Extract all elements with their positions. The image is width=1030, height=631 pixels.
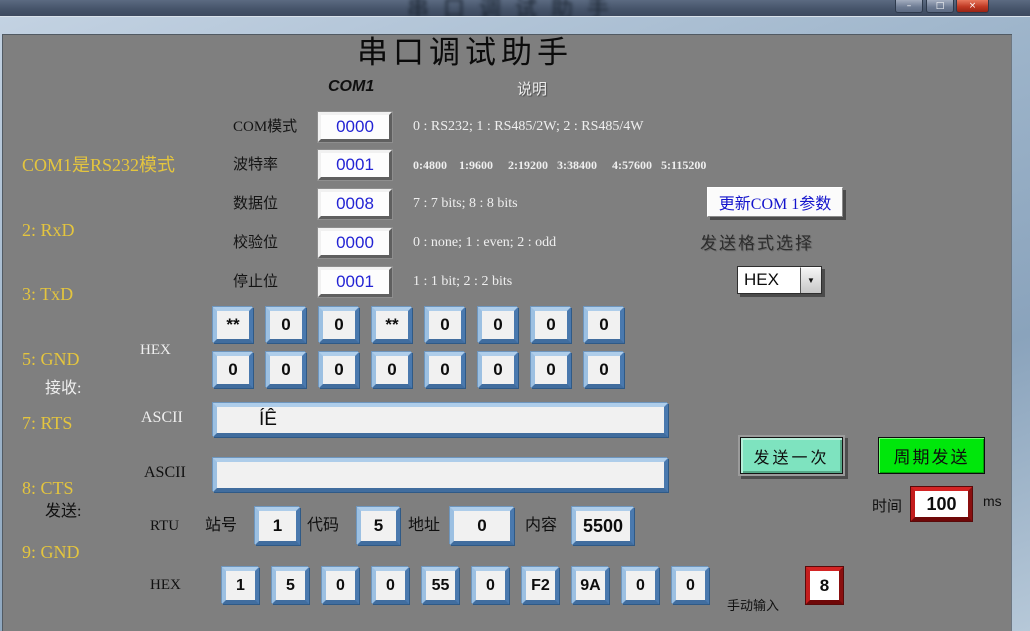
receive-hex-row2: 0 0 0 0 0 0 0 0 <box>213 352 624 388</box>
send-ascii-label: ASCII <box>144 464 186 482</box>
manual-count-field[interactable]: 8 <box>806 567 843 604</box>
com-mode-hint: 0 : RS232; 1 : RS485/2W; 2 : RS485/4W <box>413 112 644 142</box>
send-section-label: 发送: <box>45 497 81 521</box>
rtu-content-label: 内容 <box>525 507 557 545</box>
send-hex-cell[interactable]: 0 <box>622 567 659 604</box>
send-hex-label: HEX <box>150 567 181 604</box>
close-icon: × <box>969 2 977 11</box>
send-hex-cell[interactable]: 9A <box>572 567 609 604</box>
receive-hex-cell: 0 <box>425 352 465 388</box>
data-bits-field[interactable]: 0008 <box>318 189 392 219</box>
stop-bits-label: 停止位 <box>233 267 278 297</box>
com-mode-row: COM模式 0000 0 : RS232; 1 : RS485/2W; 2 : … <box>233 112 873 142</box>
send-ascii-field[interactable] <box>213 458 668 492</box>
pinout-pin: 2: RxD <box>22 220 175 242</box>
receive-hex-cell: 0 <box>266 307 306 343</box>
close-button[interactable]: × <box>956 0 989 13</box>
receive-hex-cell: 0 <box>478 307 518 343</box>
stop-bits-field[interactable]: 0001 <box>318 267 392 297</box>
receive-hex-cell: 0 <box>531 307 571 343</box>
pinout-pin: 3: TxD <box>22 284 175 306</box>
update-com-params-button[interactable]: 更新COM 1参数 <box>707 187 843 217</box>
rtu-content-field[interactable]: 5500 <box>572 507 634 545</box>
baud-rate-label: 波特率 <box>233 150 278 180</box>
receive-hex-cell: 0 <box>478 352 518 388</box>
com-mode-label: COM模式 <box>233 112 297 142</box>
send-hex-cell[interactable]: 0 <box>672 567 709 604</box>
receive-hex-cell: 0 <box>372 352 412 388</box>
data-bits-label: 数据位 <box>233 189 278 219</box>
rtu-label: RTU <box>150 507 179 545</box>
port-label: COM1 <box>328 78 374 96</box>
rtu-address-field[interactable]: 0 <box>450 507 514 545</box>
send-hex-cell[interactable]: 0 <box>322 567 359 604</box>
rtu-code-field[interactable]: 5 <box>357 507 400 545</box>
parity-label: 校验位 <box>233 228 278 258</box>
receive-hex-cell: 0 <box>319 352 359 388</box>
receive-ascii-field: ÍÊ <box>213 403 668 437</box>
receive-hex-label: HEX <box>140 342 171 359</box>
rtu-code-label: 代码 <box>307 507 339 545</box>
send-format-selected: HEX <box>738 267 800 293</box>
send-hex-row: 1 5 0 0 55 0 F2 9A 0 0 <box>222 567 709 604</box>
titlebar: 串口调试助手 <box>0 0 1030 16</box>
data-bits-hint: 7 : 7 bits; 8 : 8 bits <box>413 189 518 219</box>
receive-hex-row1: ** 0 0 ** 0 0 0 0 <box>213 307 624 343</box>
receive-hex-cell: 0 <box>319 307 359 343</box>
time-unit-label: ms <box>983 493 1002 509</box>
parity-field[interactable]: 0000 <box>318 228 392 258</box>
send-format-label: 发送格式选择 <box>700 229 814 254</box>
send-format-dropdown[interactable]: HEX ▼ <box>737 266 822 294</box>
receive-hex-cell: 0 <box>584 307 624 343</box>
minimize-button[interactable]: – <box>895 0 923 13</box>
pinout-pin: 9: GND <box>22 542 175 564</box>
receive-hex-cell: ** <box>372 307 412 343</box>
receive-hex-cell: 0 <box>584 352 624 388</box>
chevron-down-icon: ▼ <box>807 276 815 285</box>
receive-hex-cell: ** <box>213 307 253 343</box>
receive-hex-cell: 0 <box>531 352 571 388</box>
maximize-icon: □ <box>936 2 945 11</box>
send-hex-cell[interactable]: 5 <box>272 567 309 604</box>
send-hex-cell[interactable]: 0 <box>372 567 409 604</box>
baud-rate-field[interactable]: 0001 <box>318 150 392 180</box>
parity-hint: 0 : none; 1 : even; 2 : odd <box>413 228 556 258</box>
rtu-station-label: 站号 <box>205 507 237 545</box>
maximize-button[interactable]: □ <box>926 0 954 13</box>
minimize-icon: – <box>907 2 912 11</box>
rtu-station-field[interactable]: 1 <box>255 507 300 545</box>
send-hex-cell[interactable]: 55 <box>422 567 459 604</box>
receive-section-label: 接收: <box>45 374 81 398</box>
window-title: 串口调试助手 <box>0 0 1030 16</box>
send-hex-cell[interactable]: F2 <box>522 567 559 604</box>
send-once-button[interactable]: 发送一次 <box>740 437 843 474</box>
pinout-mode-line: COM1是RS232模式 <box>22 155 175 177</box>
receive-hex-cell: 0 <box>425 307 465 343</box>
receive-hex-cell: 0 <box>213 352 253 388</box>
send-hex-cell[interactable]: 1 <box>222 567 259 604</box>
rtu-address-label: 地址 <box>408 507 440 545</box>
time-label: 时间 <box>872 495 902 516</box>
page-title: 串口调试助手 <box>290 27 640 72</box>
receive-hex-cell: 0 <box>266 352 306 388</box>
receive-ascii-label: ASCII <box>141 409 183 427</box>
dropdown-button[interactable]: ▼ <box>800 267 821 293</box>
baud-rate-row: 波特率 0001 0:4800 1:9600 2:19200 3:38400 4… <box>233 150 873 180</box>
app-window: 串口调试助手 – □ × 串口调试助手 COM1 说明 COM1是RS232模式… <box>0 0 1030 631</box>
stop-bits-hint: 1 : 1 bit; 2 : 2 bits <box>413 267 512 297</box>
com-mode-field[interactable]: 0000 <box>318 112 392 142</box>
manual-count-label: 手动输入 发送个数 <box>727 566 779 631</box>
description-label: 说明 <box>517 78 547 99</box>
baud-rate-hint: 0:4800 1:9600 2:19200 3:38400 4:57600 5:… <box>413 150 706 180</box>
send-hex-cell[interactable]: 0 <box>472 567 509 604</box>
time-field[interactable]: 100 <box>911 487 972 521</box>
cyclic-send-button[interactable]: 周期发送 <box>878 437 985 474</box>
